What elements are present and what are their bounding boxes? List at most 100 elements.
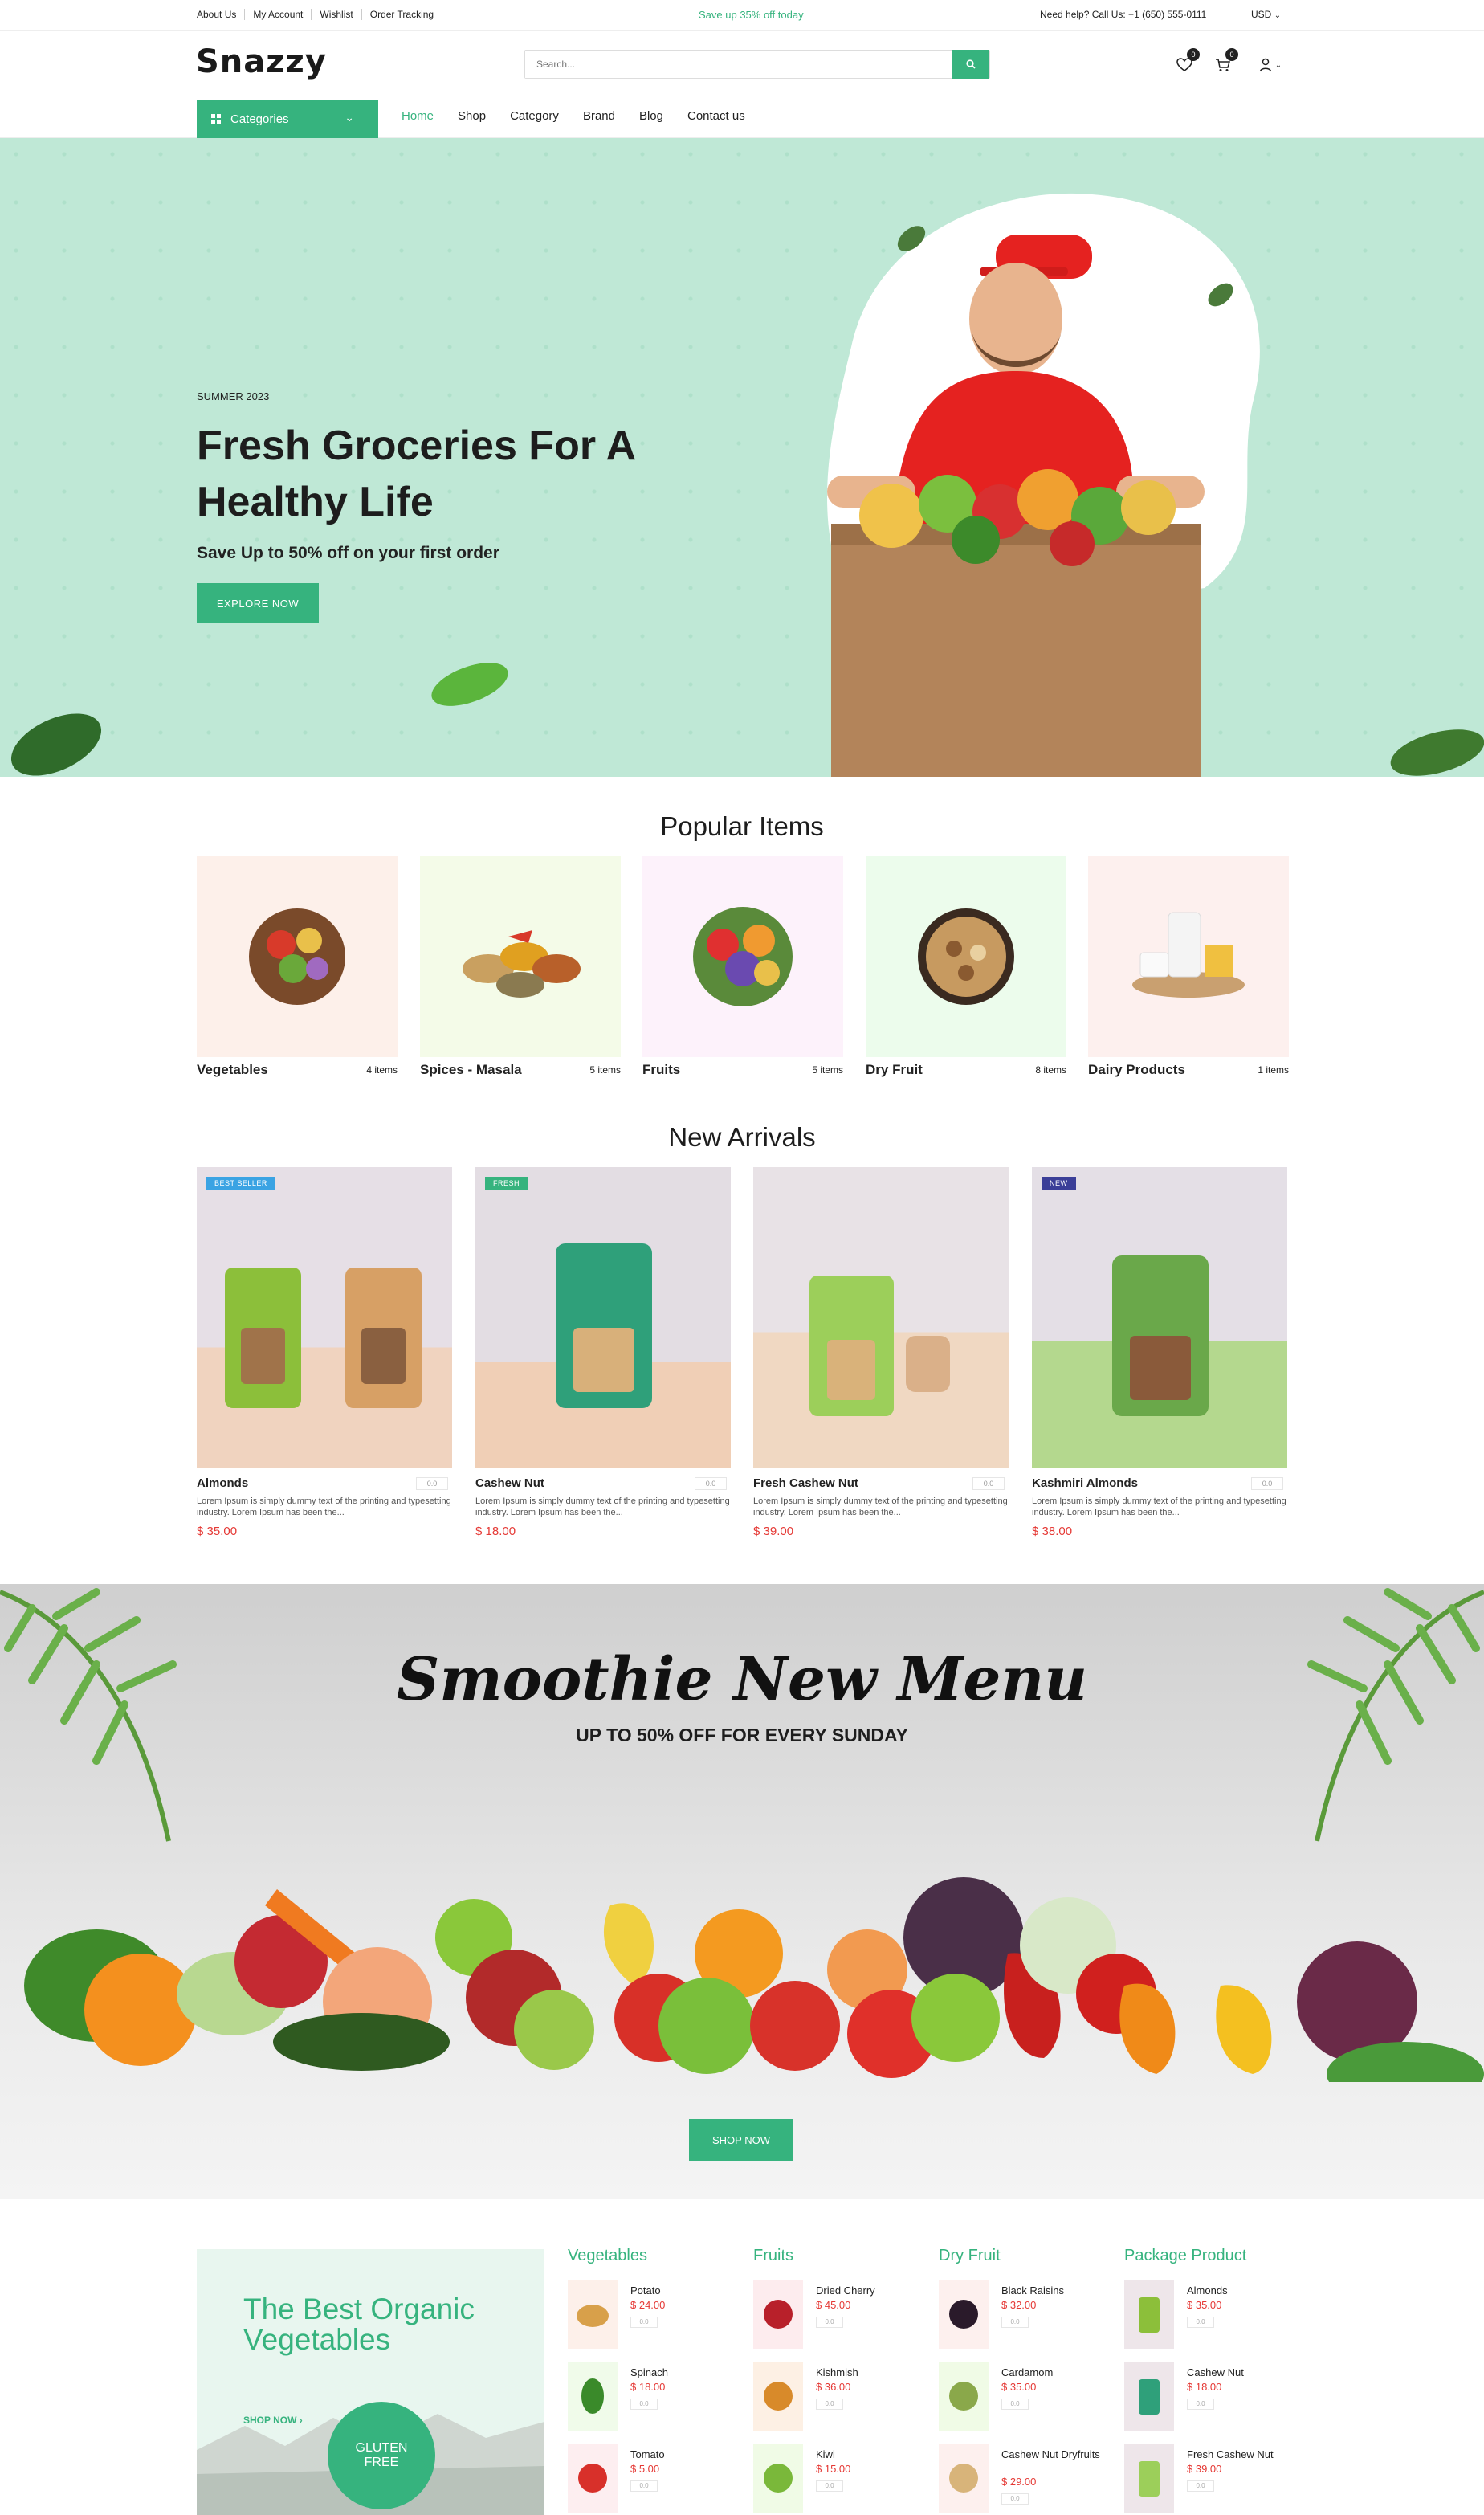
product-card-cashew[interactable]: FRESH xyxy=(475,1167,731,1468)
mini-product-rating: 0.0 xyxy=(1187,2480,1214,2492)
nav-category[interactable]: Category xyxy=(510,109,559,123)
product-rating: 0.0 xyxy=(1251,1477,1283,1490)
currency-select[interactable]: USD ⌄ xyxy=(1241,9,1281,20)
product-card-almonds[interactable]: BEST SELLER xyxy=(197,1167,452,1468)
popular-label-spices[interactable]: Spices - Masala xyxy=(420,1062,522,1078)
popular-card-dairy[interactable] xyxy=(1088,856,1289,1057)
mini-product[interactable]: Black Raisins $ 32.00 0.0 xyxy=(939,2280,1115,2360)
user-icon xyxy=(1259,58,1272,72)
nav-home[interactable]: Home xyxy=(402,109,434,123)
mini-product-price: $ 39.00 xyxy=(1187,2463,1222,2475)
cashew-thumb xyxy=(1124,2362,1174,2431)
popular-label-dairy[interactable]: Dairy Products xyxy=(1088,1062,1185,1078)
my-account-link[interactable]: My Account xyxy=(245,9,312,20)
mini-product[interactable]: Potato $ 24.00 0.0 xyxy=(568,2280,744,2360)
shop-now-button[interactable]: SHOP NOW xyxy=(689,2119,793,2161)
logo[interactable]: Snazzy xyxy=(196,43,327,80)
categories-label: Categories xyxy=(230,112,289,126)
mini-product[interactable]: Spinach $ 18.00 0.0 xyxy=(568,2362,744,2442)
column-title-vegetables: Vegetables xyxy=(568,2247,647,2264)
nav-brand[interactable]: Brand xyxy=(583,109,615,123)
popular-card-spices[interactable] xyxy=(420,856,621,1057)
cashew-dryfruits-image xyxy=(939,2444,989,2513)
popular-card-vegetables[interactable] xyxy=(197,856,398,1057)
mini-product-name: Spinach xyxy=(630,2366,668,2378)
wishlist-count: 0 xyxy=(1187,48,1200,61)
dairy-image xyxy=(1132,912,1245,998)
nav-blog[interactable]: Blog xyxy=(639,109,663,123)
fresh-cashew-thumb xyxy=(1124,2444,1174,2513)
product-price: $ 38.00 xyxy=(1032,1525,1073,1538)
leaf-decoration xyxy=(1208,283,1233,307)
product-card-kashmiri-almonds[interactable]: NEW xyxy=(1032,1167,1287,1468)
page: About Us My Account Wishlist Order Track… xyxy=(0,0,1484,2515)
product-name[interactable]: Almonds xyxy=(197,1476,248,1490)
delivery-man-image xyxy=(827,193,1260,777)
spinach-image xyxy=(568,2362,618,2431)
mini-product[interactable]: Tomato $ 5.00 0.0 xyxy=(568,2444,744,2515)
product-name[interactable]: Cashew Nut xyxy=(475,1476,544,1490)
popular-card-fruits[interactable] xyxy=(642,856,843,1057)
product-desc: Lorem Ipsum is simply dummy text of the … xyxy=(753,1496,1008,1517)
popular-count-dry-fruit: 8 items xyxy=(1035,1064,1066,1076)
product-desc: Lorem Ipsum is simply dummy text of the … xyxy=(475,1496,730,1517)
mini-product-rating: 0.0 xyxy=(630,2317,658,2328)
mini-product-rating: 0.0 xyxy=(816,2317,843,2328)
mini-product[interactable]: Kiwi $ 15.00 0.0 xyxy=(753,2444,930,2515)
organic-promo-card[interactable]: The Best Organic Vegetables SHOP NOW › G… xyxy=(197,2249,544,2515)
vegetables-image xyxy=(249,908,345,1005)
product-card-fresh-cashew[interactable] xyxy=(753,1167,1009,1468)
mini-product[interactable]: Kishmish $ 36.00 0.0 xyxy=(753,2362,930,2442)
mini-product[interactable]: Cashew Nut $ 18.00 0.0 xyxy=(1124,2362,1301,2442)
leaf-decoration xyxy=(431,663,508,706)
popular-card-dry-fruit[interactable] xyxy=(866,856,1066,1057)
popular-label-vegetables[interactable]: Vegetables xyxy=(197,1062,268,1078)
chevron-down-icon: ⌄ xyxy=(1274,60,1282,70)
popular-label-dry-fruit[interactable]: Dry Fruit xyxy=(866,1062,923,1078)
mini-product-price: $ 35.00 xyxy=(1187,2299,1222,2311)
cart-button[interactable]: 0 xyxy=(1213,48,1238,76)
order-tracking-link[interactable]: Order Tracking xyxy=(362,9,442,20)
leaf-decoration xyxy=(897,226,926,251)
search-input[interactable] xyxy=(525,51,943,78)
fruits-image xyxy=(693,907,793,1006)
mini-product[interactable]: Cashew Nut Dryfruits $ 29.00 0.0 xyxy=(939,2444,1115,2515)
smoothie-banner: Smoothie New Menu UP TO 50% OFF FOR EVER… xyxy=(0,1584,1484,2199)
mini-product-rating: 0.0 xyxy=(630,2399,658,2410)
column-title-dry-fruit: Dry Fruit xyxy=(939,2247,1001,2264)
about-us-link[interactable]: About Us xyxy=(197,9,246,20)
banner-subtitle: UP TO 50% OFF FOR EVERY SUNDAY xyxy=(576,1725,908,1745)
mini-product[interactable]: Fresh Cashew Nut $ 39.00 0.0 xyxy=(1124,2444,1301,2515)
mini-product[interactable]: Almonds $ 35.00 0.0 xyxy=(1124,2280,1301,2360)
mini-product-name: Dried Cherry xyxy=(816,2284,875,2297)
vegetables-fruits-image xyxy=(24,1877,1484,2082)
mini-product[interactable]: Cardamom $ 35.00 0.0 xyxy=(939,2362,1115,2442)
mini-product-name: Potato xyxy=(630,2284,661,2297)
product-name[interactable]: Fresh Cashew Nut xyxy=(753,1476,858,1490)
wishlist-link[interactable]: Wishlist xyxy=(312,9,362,20)
wishlist-button[interactable]: 0 xyxy=(1174,48,1200,76)
product-name[interactable]: Kashmiri Almonds xyxy=(1032,1476,1138,1490)
mini-product-price: $ 36.00 xyxy=(816,2381,851,2393)
nav-shop[interactable]: Shop xyxy=(458,109,486,123)
top-bar: About Us My Account Wishlist Order Track… xyxy=(0,0,1484,31)
nav-contact-us[interactable]: Contact us xyxy=(687,109,745,123)
hero-subtitle: Save Up to 50% off on your first order xyxy=(197,544,499,562)
search-bar xyxy=(524,50,990,79)
leaf-decoration xyxy=(1390,729,1484,776)
account-button[interactable]: ⌄ xyxy=(1254,55,1286,76)
popular-label-fruits[interactable]: Fruits xyxy=(642,1062,680,1078)
product-rating: 0.0 xyxy=(972,1477,1005,1490)
mini-product-name: Kiwi xyxy=(816,2448,835,2460)
explore-now-button[interactable]: EXPLORE NOW xyxy=(197,583,319,623)
mini-product-price: $ 24.00 xyxy=(630,2299,666,2311)
mini-product-price: $ 32.00 xyxy=(1001,2299,1037,2311)
mini-product[interactable]: Dried Cherry $ 45.00 0.0 xyxy=(753,2280,930,2360)
categories-button[interactable]: Categories ⌄ xyxy=(197,100,378,138)
promo-text: Save up 35% off today xyxy=(699,9,804,21)
popular-count-dairy: 1 items xyxy=(1258,1064,1289,1076)
mini-product-rating: 0.0 xyxy=(816,2399,843,2410)
search-button[interactable] xyxy=(952,50,989,79)
product-desc: Lorem Ipsum is simply dummy text of the … xyxy=(197,1496,451,1517)
chevron-down-icon: ⌄ xyxy=(1274,11,1282,20)
